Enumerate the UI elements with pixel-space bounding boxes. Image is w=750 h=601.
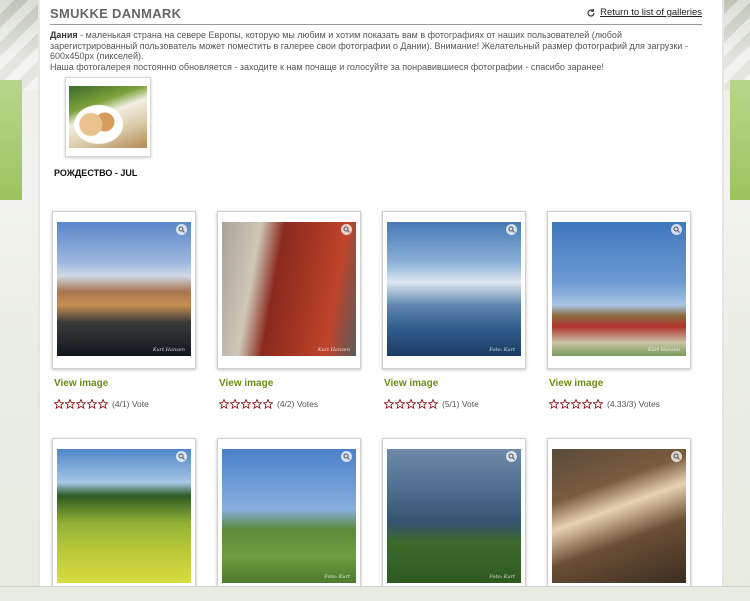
photo-card[interactable] — [52, 438, 196, 596]
star-outline-icon[interactable] — [428, 399, 438, 409]
photo-card[interactable]: Kurt Hansen — [547, 211, 691, 369]
photo-image[interactable] — [57, 449, 191, 583]
star-outline-icon[interactable] — [395, 399, 405, 409]
star-outline-icon[interactable] — [230, 399, 240, 409]
photo-image[interactable]: Kurt Hansen — [57, 222, 191, 356]
star-rating[interactable]: (4.33/3) Votes — [549, 399, 660, 409]
magnifier-icon[interactable] — [671, 451, 682, 462]
votes-count: (5/1) Vote — [442, 399, 479, 409]
star-outline-icon[interactable] — [560, 399, 570, 409]
photo-card[interactable]: Foto: Kurt — [217, 438, 361, 596]
star-outline-icon[interactable] — [593, 399, 603, 409]
photo-image[interactable]: Foto: Kurt — [387, 449, 521, 583]
magnifier-icon[interactable] — [506, 451, 517, 462]
magnifier-icon[interactable] — [176, 451, 187, 462]
page-title: SMUKKE DANMARK — [50, 6, 182, 21]
star-outline-icon[interactable] — [65, 399, 75, 409]
star-outline-icon[interactable] — [54, 399, 64, 409]
refresh-arrow-icon — [587, 8, 595, 17]
description-line-1: - маленькая страна на севере Европы, кот… — [50, 30, 688, 61]
view-image-link[interactable]: View image — [384, 378, 438, 389]
photo-watermark: Foto: Kurt — [324, 574, 350, 580]
photo-watermark: Kurt Hansen — [647, 347, 680, 353]
star-rating[interactable]: (5/1) Vote — [384, 399, 479, 409]
photo-image[interactable] — [552, 449, 686, 583]
photo-watermark: Foto: Kurt — [489, 347, 515, 353]
view-image-link[interactable]: View image — [549, 378, 603, 389]
photo-card[interactable] — [547, 438, 691, 596]
return-to-galleries-link[interactable]: Return to list of galleries — [586, 7, 702, 18]
star-rating[interactable]: (4/1) Vote — [54, 399, 149, 409]
magnifier-icon[interactable] — [176, 224, 187, 235]
star-outline-icon[interactable] — [417, 399, 427, 409]
star-rating[interactable]: (4/2) Votes — [219, 399, 318, 409]
star-outline-icon[interactable] — [384, 399, 394, 409]
description-bold: Дания — [50, 30, 78, 40]
star-outline-icon[interactable] — [252, 399, 262, 409]
photo-card[interactable]: Kurt Hansen — [217, 211, 361, 369]
description-line-2: Наша фотогалерея постоянно обновляется -… — [50, 61, 605, 72]
gallery-thumbnail[interactable] — [65, 77, 151, 157]
star-outline-icon[interactable] — [241, 399, 251, 409]
star-outline-icon[interactable] — [87, 399, 97, 409]
magnifier-icon[interactable] — [671, 224, 682, 235]
view-image-link[interactable]: View image — [219, 378, 273, 389]
photo-watermark: Kurt Hansen — [152, 347, 185, 353]
photo-image[interactable]: Kurt Hansen — [222, 222, 356, 356]
votes-count: (4.33/3) Votes — [607, 399, 660, 409]
return-link-label[interactable]: Return to list of galleries — [600, 7, 702, 18]
gallery-title[interactable]: РОЖДЕСТВО - JUL — [54, 168, 137, 178]
magnifier-icon[interactable] — [341, 451, 352, 462]
view-image-link[interactable]: View image — [54, 378, 108, 389]
left-background — [0, 0, 40, 600]
votes-count: (4/1) Vote — [112, 399, 149, 409]
photo-card[interactable]: Foto: Kurt — [382, 211, 526, 369]
star-outline-icon[interactable] — [582, 399, 592, 409]
photo-card[interactable]: Foto: Kurt — [382, 438, 526, 596]
photo-image[interactable]: Foto: Kurt — [222, 449, 356, 583]
star-outline-icon[interactable] — [406, 399, 416, 409]
star-outline-icon[interactable] — [549, 399, 559, 409]
star-outline-icon[interactable] — [571, 399, 581, 409]
star-outline-icon[interactable] — [263, 399, 273, 409]
content-page: SMUKKE DANMARK Return to list of galleri… — [40, 0, 722, 600]
magnifier-icon[interactable] — [341, 224, 352, 235]
magnifier-icon[interactable] — [506, 224, 517, 235]
star-outline-icon[interactable] — [98, 399, 108, 409]
star-outline-icon[interactable] — [76, 399, 86, 409]
votes-count: (4/2) Votes — [277, 399, 319, 409]
photo-image[interactable]: Kurt Hansen — [552, 222, 686, 356]
photo-watermark: Kurt Hansen — [317, 347, 350, 353]
star-outline-icon[interactable] — [219, 399, 229, 409]
gallery-cover-image[interactable] — [69, 86, 147, 148]
photo-watermark: Foto: Kurt — [489, 574, 515, 580]
photo-card[interactable]: Kurt Hansen — [52, 211, 196, 369]
photo-image[interactable]: Foto: Kurt — [387, 222, 521, 356]
gallery-description: Дания - маленькая страна на севере Европ… — [50, 30, 710, 72]
gallery-header: SMUKKE DANMARK Return to list of galleri… — [50, 2, 702, 25]
bottom-bar — [0, 586, 750, 601]
